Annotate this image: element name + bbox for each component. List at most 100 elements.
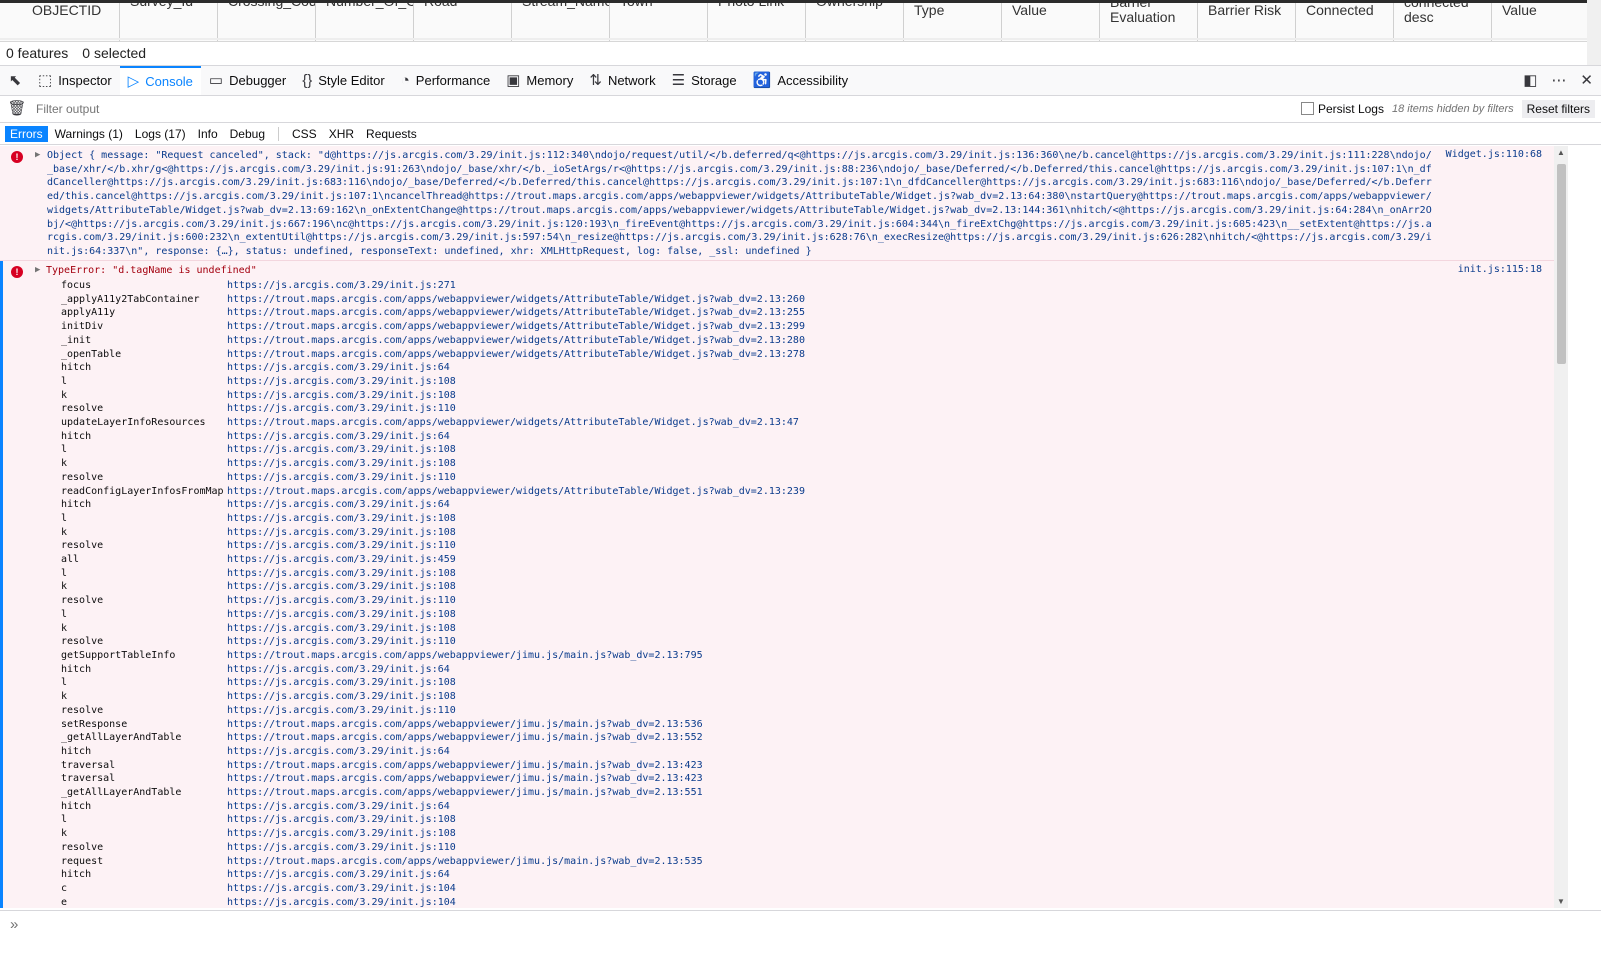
console-error-message[interactable]: ! ▶ Object { message: "Request canceled"… [0,146,1554,261]
frame-location-link[interactable]: https://js.arcgis.com/3.29/init.js:64 [227,361,450,375]
frame-location-link[interactable]: https://trout.maps.arcgis.com/apps/webap… [227,334,805,348]
frame-location-link[interactable]: https://js.arcgis.com/3.29/init.js:64 [227,868,450,882]
frame-location-link[interactable]: https://js.arcgis.com/3.29/init.js:110 [227,594,456,608]
message-source-link[interactable]: Widget.js:110:68 [1446,149,1542,160]
frame-location-link[interactable]: https://js.arcgis.com/3.29/init.js:110 [227,539,456,553]
frame-location-link[interactable]: https://trout.maps.arcgis.com/apps/webap… [227,348,805,362]
frame-location-link[interactable]: https://trout.maps.arcgis.com/apps/webap… [227,306,805,320]
message-text[interactable]: TypeError: "d.tagName is undefined" [46,265,257,276]
filter-css-button[interactable]: CSS [287,126,322,142]
column-header[interactable]: OBJECTID [0,3,120,41]
frame-location-link[interactable]: https://js.arcgis.com/3.29/init.js:64 [227,663,450,677]
expand-arrow-icon[interactable]: ▶ [35,150,40,160]
frame-location-link[interactable]: https://js.arcgis.com/3.29/init.js:108 [227,375,456,389]
frame-location-link[interactable]: https://js.arcgis.com/3.29/init.js:271 [227,279,456,293]
column-header[interactable]: Crossing_Cod [218,3,316,41]
frame-location-link[interactable]: https://js.arcgis.com/3.29/init.js:108 [227,813,456,827]
clear-console-button[interactable]: 🗑 [0,101,34,116]
column-header[interactable]: Value [1492,3,1587,41]
close-icon[interactable]: ✕ [1580,73,1593,88]
filter-output-input[interactable] [34,100,538,117]
expand-arrow-icon[interactable]: ▶ [35,265,40,275]
tab-performance[interactable]: ◔ Performance [393,66,498,95]
filter-requests-button[interactable]: Requests [361,126,422,142]
more-options-icon[interactable]: ⋯ [1551,73,1566,88]
frame-location-link[interactable]: https://js.arcgis.com/3.29/init.js:108 [227,457,456,471]
console-input[interactable] [24,915,1601,933]
message-text[interactable]: Object { message: "Request canceled", st… [47,149,1437,259]
column-header[interactable]: Road [414,3,512,41]
frame-location-link[interactable]: https://js.arcgis.com/3.29/init.js:64 [227,498,450,512]
frame-location-link[interactable]: https://js.arcgis.com/3.29/init.js:108 [227,443,456,457]
frame-location-link[interactable]: https://js.arcgis.com/3.29/init.js:108 [227,526,456,540]
frame-location-link[interactable]: https://js.arcgis.com/3.29/init.js:108 [227,580,456,594]
frame-location-link[interactable]: https://js.arcgis.com/3.29/init.js:108 [227,389,456,403]
frame-location-link[interactable]: https://trout.maps.arcgis.com/apps/webap… [227,855,703,869]
frame-location-link[interactable]: https://js.arcgis.com/3.29/init.js:108 [227,512,456,526]
tab-memory[interactable]: ▣ Memory [498,66,581,95]
frame-location-link[interactable]: https://js.arcgis.com/3.29/init.js:108 [227,567,456,581]
column-header[interactable]: Connected [1296,3,1394,41]
column-header[interactable]: Barrier Risk [1198,3,1296,41]
frame-location-link[interactable]: https://trout.maps.arcgis.com/apps/webap… [227,416,799,430]
attribute-table-hscrollbar[interactable] [0,38,1587,40]
tab-network[interactable]: ⇅ Network [581,66,663,95]
frame-location-link[interactable]: https://trout.maps.arcgis.com/apps/webap… [227,759,703,773]
frame-location-link[interactable]: https://js.arcgis.com/3.29/init.js:108 [227,608,456,622]
reset-filters-button[interactable]: Reset filters [1521,99,1595,118]
filter-info-button[interactable]: Info [193,126,223,142]
console-scrollbar[interactable]: ▲ ▼ [1554,146,1568,908]
column-header[interactable]: Survey_Id [120,3,218,41]
column-header[interactable]: Ownership [806,3,904,41]
frame-location-link[interactable]: https://js.arcgis.com/3.29/init.js:64 [227,430,450,444]
frame-location-link[interactable]: https://trout.maps.arcgis.com/apps/webap… [227,786,703,800]
column-header[interactable]: connected desc [1394,3,1492,41]
column-header[interactable]: Number_Of_C [316,3,414,41]
frame-location-link[interactable]: https://js.arcgis.com/3.29/init.js:108 [227,827,456,841]
frame-location-link[interactable]: https://js.arcgis.com/3.29/init.js:108 [227,676,456,690]
column-header[interactable]: Town [610,3,708,41]
frame-location-link[interactable]: https://js.arcgis.com/3.29/init.js:110 [227,841,456,855]
frame-location-link[interactable]: https://js.arcgis.com/3.29/init.js:108 [227,690,456,704]
frame-location-link[interactable]: https://trout.maps.arcgis.com/apps/webap… [227,293,805,307]
frame-location-link[interactable]: https://trout.maps.arcgis.com/apps/webap… [227,485,805,499]
frame-location-link[interactable]: https://js.arcgis.com/3.29/init.js:110 [227,402,456,416]
element-picker-button[interactable]: ⬉ [0,73,30,88]
column-header[interactable]: Barrier Evaluation [1100,3,1198,41]
frame-location-link[interactable]: https://trout.maps.arcgis.com/apps/webap… [227,731,703,745]
frame-location-link[interactable]: https://js.arcgis.com/3.29/init.js:64 [227,800,450,814]
checkbox-box[interactable] [1300,102,1314,115]
frame-location-link[interactable]: https://js.arcgis.com/3.29/init.js:104 [227,882,456,896]
persist-logs-checkbox[interactable]: Persist Logs [1300,102,1384,116]
scroll-up-icon[interactable]: ▲ [1557,148,1565,157]
frame-location-link[interactable]: https://js.arcgis.com/3.29/init.js:459 [227,553,456,567]
frame-location-link[interactable]: https://js.arcgis.com/3.29/init.js:110 [227,635,456,649]
dock-toggle-icon[interactable]: ◧ [1523,73,1537,88]
console-error-message[interactable]: ! ▶ TypeError: "d.tagName is undefined" … [0,261,1554,908]
column-header[interactable]: Type [904,3,1002,41]
frame-location-link[interactable]: https://trout.maps.arcgis.com/apps/webap… [227,320,805,334]
tab-accessibility[interactable]: ♿ Accessibility [745,66,856,95]
tab-style-editor[interactable]: {} Style Editor [294,66,393,95]
frame-location-link[interactable]: https://trout.maps.arcgis.com/apps/webap… [227,718,703,732]
column-header[interactable]: Photo Link [708,3,806,41]
frame-location-link[interactable]: https://trout.maps.arcgis.com/apps/webap… [227,772,703,786]
frame-location-link[interactable]: https://trout.maps.arcgis.com/apps/webap… [227,649,703,663]
frame-location-link[interactable]: https://js.arcgis.com/3.29/init.js:110 [227,471,456,485]
frame-location-link[interactable]: https://js.arcgis.com/3.29/init.js:104 [227,896,456,908]
tab-storage[interactable]: ☰ Storage [664,66,745,95]
column-header[interactable]: Stream_Name [512,3,610,41]
filter-logs-button[interactable]: Logs (17) [130,126,191,142]
frame-location-link[interactable]: https://js.arcgis.com/3.29/init.js:64 [227,745,450,759]
column-header[interactable]: Value [1002,3,1100,41]
tab-console[interactable]: ▷ Console [119,66,201,95]
scrollbar-thumb[interactable] [1557,164,1566,364]
filter-debug-button[interactable]: Debug [225,126,270,142]
filter-errors-button[interactable]: Errors [5,125,48,142]
frame-location-link[interactable]: https://js.arcgis.com/3.29/init.js:110 [227,704,456,718]
message-source-link[interactable]: init.js:115:18 [1458,264,1542,275]
frame-location-link[interactable]: https://js.arcgis.com/3.29/init.js:108 [227,622,456,636]
scroll-down-icon[interactable]: ▼ [1557,897,1565,906]
tab-debugger[interactable]: ▭ Debugger [201,66,294,95]
filter-warnings-button[interactable]: Warnings (1) [50,126,128,142]
